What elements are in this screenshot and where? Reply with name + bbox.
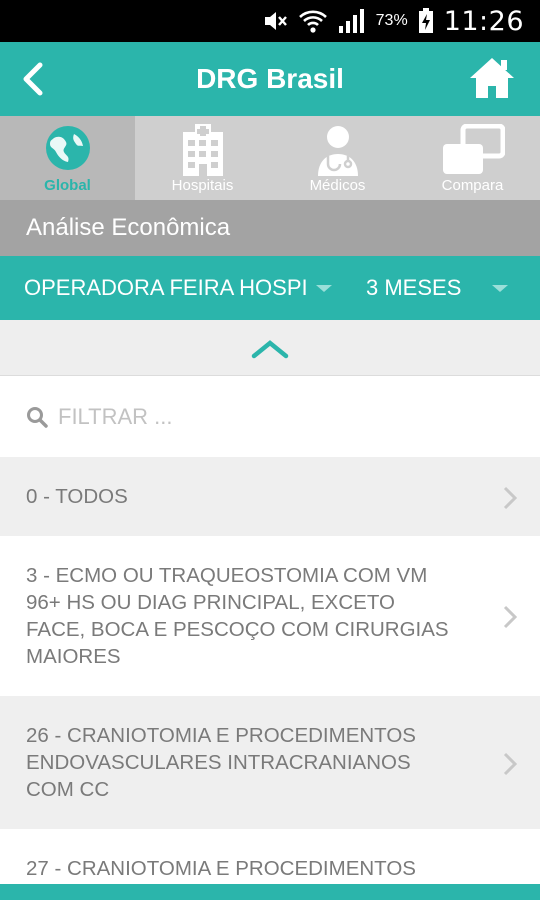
- doctor-icon: [314, 124, 362, 181]
- tab-hospitais[interactable]: Hospitais: [135, 116, 270, 200]
- clock: 11:26: [443, 5, 524, 37]
- section-title: Análise Econômica: [0, 200, 540, 256]
- list-item[interactable]: 0 - TODOS: [0, 457, 540, 536]
- chevron-right-icon: [503, 752, 518, 775]
- operadora-dropdown[interactable]: OPERADORA FEIRA HOSPITAL: [24, 256, 306, 320]
- tab-label-medicos: Médicos: [309, 177, 366, 194]
- tab-compara[interactable]: Compara: [405, 116, 540, 200]
- bottom-bar: [0, 884, 540, 900]
- chevron-right-icon: [503, 486, 518, 509]
- drg-list: 0 - TODOS 3 - ECMO OU TRAQUEOSTOMIA COM …: [0, 457, 540, 900]
- operadora-caret-icon[interactable]: [316, 285, 332, 292]
- list-item[interactable]: 26 - CRANIOTOMIA E PROCEDIMENTOS ENDOVAS…: [0, 696, 540, 829]
- wifi-icon: [298, 8, 328, 34]
- tab-medicos[interactable]: Médicos: [270, 116, 405, 200]
- chevron-up-icon: [251, 340, 289, 359]
- status-bar: 73% 11:26: [0, 0, 540, 42]
- signal-icon: [338, 8, 366, 34]
- list-item-label: 0 - TODOS: [26, 485, 128, 508]
- battery-icon: [418, 8, 434, 34]
- periodo-caret-icon[interactable]: [492, 285, 508, 292]
- list-item-label: 27 - CRANIOTOMIA E PROCEDIMENTOS: [26, 857, 416, 880]
- search-icon: [26, 406, 48, 433]
- list-item-label: 26 - CRANIOTOMIA E PROCEDIMENTOS ENDOVAS…: [26, 724, 416, 801]
- list-item-label: 3 - ECMO OU TRAQUEOSTOMIA COM VM 96+ HS …: [26, 564, 449, 668]
- status-icons: 73% 11:26: [262, 0, 524, 42]
- compare-icon: [441, 123, 505, 183]
- search-row: [0, 377, 540, 457]
- tab-label-hospitais: Hospitais: [171, 177, 234, 194]
- tab-global[interactable]: Global: [0, 116, 135, 200]
- mute-icon: [262, 9, 288, 33]
- tab-label-compara: Compara: [441, 177, 504, 194]
- chevron-right-icon: [503, 605, 518, 629]
- globe-icon: [44, 124, 92, 177]
- app-title: DRG Brasil: [196, 63, 344, 94]
- collapse-toggle[interactable]: [0, 320, 540, 376]
- search-input[interactable]: [58, 397, 498, 437]
- list-item[interactable]: 3 - ECMO OU TRAQUEOSTOMIA COM VM 96+ HS …: [0, 536, 540, 696]
- filter-bar: OPERADORA FEIRA HOSPITAL 3 MESES: [0, 256, 540, 320]
- hospital-building-icon: [181, 124, 225, 181]
- battery-percent: 73%: [375, 12, 408, 29]
- periodo-dropdown[interactable]: 3 MESES: [366, 256, 476, 320]
- app-bar: DRG Brasil: [0, 42, 540, 116]
- home-icon[interactable]: [468, 54, 516, 102]
- tab-label-global: Global: [44, 177, 91, 194]
- main-tabs: Global Hospitais Médicos Compara: [0, 116, 540, 200]
